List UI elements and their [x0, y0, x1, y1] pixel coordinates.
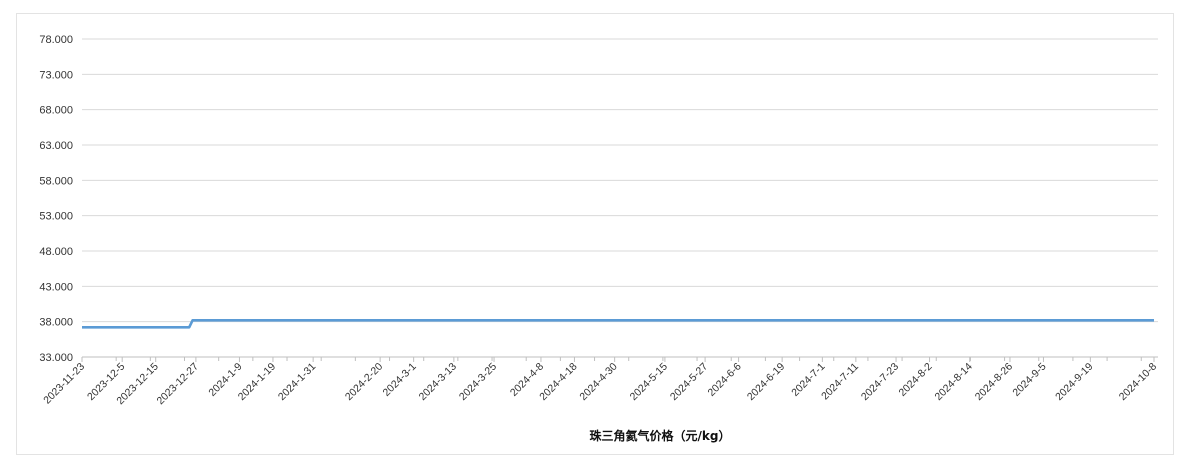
x-tick-label: 2024-2-20	[343, 361, 385, 403]
x-tick-label: 2024-5-15	[628, 361, 670, 403]
x-tick-label: 2024-9-19	[1053, 361, 1095, 403]
y-tick-label: 48.000	[39, 246, 73, 258]
y-tick-label: 58.000	[39, 175, 73, 187]
x-tick-label: 2024-6-6	[706, 361, 744, 399]
x-tick-label: 2023-11-23	[41, 361, 87, 407]
x-tick-label: 2024-7-11	[819, 361, 861, 403]
y-tick-label: 78.000	[39, 34, 73, 46]
y-tick-label: 63.000	[39, 140, 73, 152]
x-tick-label: 2024-5-27	[668, 361, 710, 403]
y-tick-label: 43.000	[39, 281, 73, 293]
x-tick-label: 2024-3-1	[381, 361, 419, 399]
x-tick-label: 2024-8-26	[973, 361, 1015, 403]
line-chart: 78.000 73.000 68.000 63.000 58.000 53.000 48.0…	[39, 34, 1159, 443]
x-tick-label: 2024-10-8	[1117, 361, 1159, 403]
x-tick-label: 2024-6-19	[745, 361, 787, 403]
y-tick-label: 53.000	[39, 211, 73, 223]
y-tick-label: 73.000	[39, 69, 73, 81]
y-tick-label: 38.000	[39, 317, 73, 329]
y-tick-label: 68.000	[39, 105, 73, 117]
x-tick-label: 2024-3-13	[417, 361, 459, 403]
x-tick-label: 2024-4-30	[577, 361, 619, 403]
x-tick-label: 2024-1-31	[276, 361, 318, 403]
x-tick-label: 2024-9-5	[1010, 361, 1048, 399]
x-tick-label: 2024-7-23	[859, 361, 901, 403]
x-tick-label: 2024-3-25	[457, 361, 499, 403]
y-tick-label: 33.000	[39, 352, 73, 364]
series-line	[82, 318, 1154, 329]
x-tick-label: 2024-8-14	[933, 361, 975, 403]
x-axis-title: 珠三角氦气价格（元/kg）	[590, 428, 731, 443]
x-tick-label: 2024-8-2	[896, 361, 934, 399]
x-tick-label: 2023-12-27	[155, 361, 202, 408]
